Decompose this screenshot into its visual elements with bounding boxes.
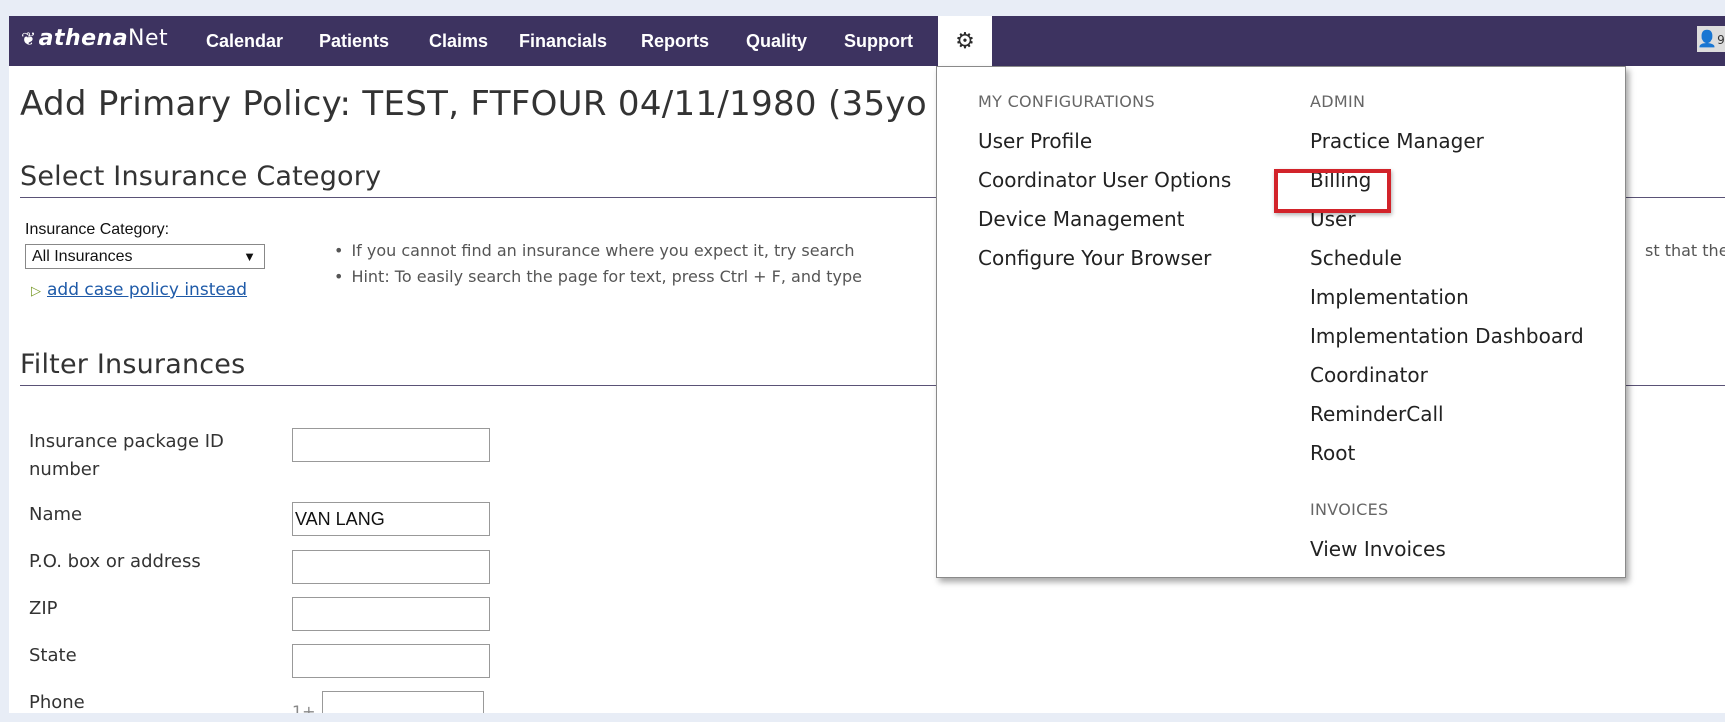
settings-dropdown-menu: MY CONFIGURATIONS User Profile Coordinat… bbox=[936, 66, 1626, 578]
state-label: State bbox=[29, 645, 77, 666]
menu-item-device-management[interactable]: Device Management bbox=[978, 207, 1185, 231]
menu-heading-invoices: INVOICES bbox=[1310, 500, 1389, 519]
user-menu-button[interactable]: 👤9 bbox=[1697, 26, 1725, 52]
insurance-category-select[interactable]: All Insurances ▼ bbox=[25, 244, 265, 269]
menu-heading-my-configurations: MY CONFIGURATIONS bbox=[978, 92, 1155, 111]
zip-input[interactable] bbox=[292, 597, 490, 631]
gear-icon: ⚙ bbox=[955, 28, 975, 54]
nav-claims[interactable]: Claims bbox=[429, 31, 488, 52]
user-chip-text: 9 bbox=[1717, 33, 1725, 47]
menu-item-root[interactable]: Root bbox=[1310, 441, 1355, 465]
name-label: Name bbox=[29, 504, 83, 525]
chevron-down-icon: ▼ bbox=[243, 249, 256, 264]
hint-text: Hint: To easily search the page for text… bbox=[351, 267, 862, 286]
menu-item-configure-browser[interactable]: Configure Your Browser bbox=[978, 246, 1211, 270]
nav-quality[interactable]: Quality bbox=[746, 31, 807, 52]
hint-overflow-text: st that the bbox=[1645, 241, 1725, 260]
state-input[interactable] bbox=[292, 644, 490, 678]
nav-reports[interactable]: Reports bbox=[641, 31, 709, 52]
menu-item-user-profile[interactable]: User Profile bbox=[978, 129, 1092, 153]
menu-item-implementation-dashboard[interactable]: Implementation Dashboard bbox=[1310, 324, 1584, 348]
insurance-category-label: Insurance Category: bbox=[25, 221, 170, 238]
billing-highlight-box bbox=[1274, 169, 1391, 213]
insurance-category-value: All Insurances bbox=[32, 248, 133, 265]
phone-label: Phone bbox=[29, 692, 85, 713]
package-id-label-line2: number bbox=[29, 459, 100, 480]
hint-item: • Hint: To easily search the page for tex… bbox=[334, 267, 862, 286]
package-id-label-line1: Insurance package ID bbox=[29, 431, 224, 452]
menu-heading-admin: ADMIN bbox=[1310, 92, 1366, 111]
section-title-filter: Filter Insurances bbox=[20, 349, 246, 380]
add-case-policy-link[interactable]: ▷ add case policy instead bbox=[31, 280, 247, 300]
menu-item-coordinator-user-options[interactable]: Coordinator User Options bbox=[978, 168, 1231, 192]
phone-prefix: 1+ bbox=[292, 702, 316, 713]
zip-label: ZIP bbox=[29, 598, 58, 619]
settings-gear-button[interactable]: ⚙ bbox=[938, 16, 992, 66]
logo-text-light: Net bbox=[128, 26, 169, 51]
triangle-right-icon: ▷ bbox=[31, 284, 41, 299]
address-input[interactable] bbox=[292, 550, 490, 584]
phone-input[interactable] bbox=[322, 691, 484, 713]
package-id-input[interactable] bbox=[292, 428, 490, 462]
menu-item-remindercall[interactable]: ReminderCall bbox=[1310, 402, 1444, 426]
section-title-category: Select Insurance Category bbox=[20, 161, 382, 192]
menu-item-implementation[interactable]: Implementation bbox=[1310, 285, 1469, 309]
logo-text-bold: athena bbox=[38, 26, 129, 51]
nav-calendar[interactable]: Calendar bbox=[206, 31, 283, 52]
top-nav-bar: ❦athenaNet Calendar Patients Claims Fina… bbox=[9, 16, 1725, 66]
add-case-policy-text: add case policy instead bbox=[47, 280, 248, 300]
name-input[interactable]: VAN LANG bbox=[292, 502, 490, 536]
nav-patients[interactable]: Patients bbox=[319, 31, 389, 52]
menu-item-coordinator[interactable]: Coordinator bbox=[1310, 363, 1428, 387]
nav-support[interactable]: Support bbox=[844, 31, 913, 52]
logo-mark-icon: ❦ bbox=[21, 29, 37, 50]
nav-financials[interactable]: Financials bbox=[519, 31, 607, 52]
page-title: Add Primary Policy: TEST, FTFOUR 04/11/1… bbox=[20, 84, 1022, 124]
user-icon: 👤 bbox=[1697, 29, 1718, 48]
bullet-icon: • bbox=[334, 267, 344, 286]
app-window: ❦athenaNet Calendar Patients Claims Fina… bbox=[9, 16, 1725, 713]
athenanet-logo[interactable]: ❦athenaNet bbox=[21, 26, 168, 51]
menu-item-view-invoices[interactable]: View Invoices bbox=[1310, 537, 1446, 561]
menu-item-practice-manager[interactable]: Practice Manager bbox=[1310, 129, 1484, 153]
hint-text: If you cannot find an insurance where yo… bbox=[351, 241, 855, 260]
package-id-label: Insurance package ID number bbox=[29, 428, 224, 484]
hint-item: • If you cannot find an insurance where y… bbox=[334, 241, 855, 260]
address-label: P.O. box or address bbox=[29, 551, 201, 572]
menu-item-schedule[interactable]: Schedule bbox=[1310, 246, 1402, 270]
bullet-icon: • bbox=[334, 241, 344, 260]
